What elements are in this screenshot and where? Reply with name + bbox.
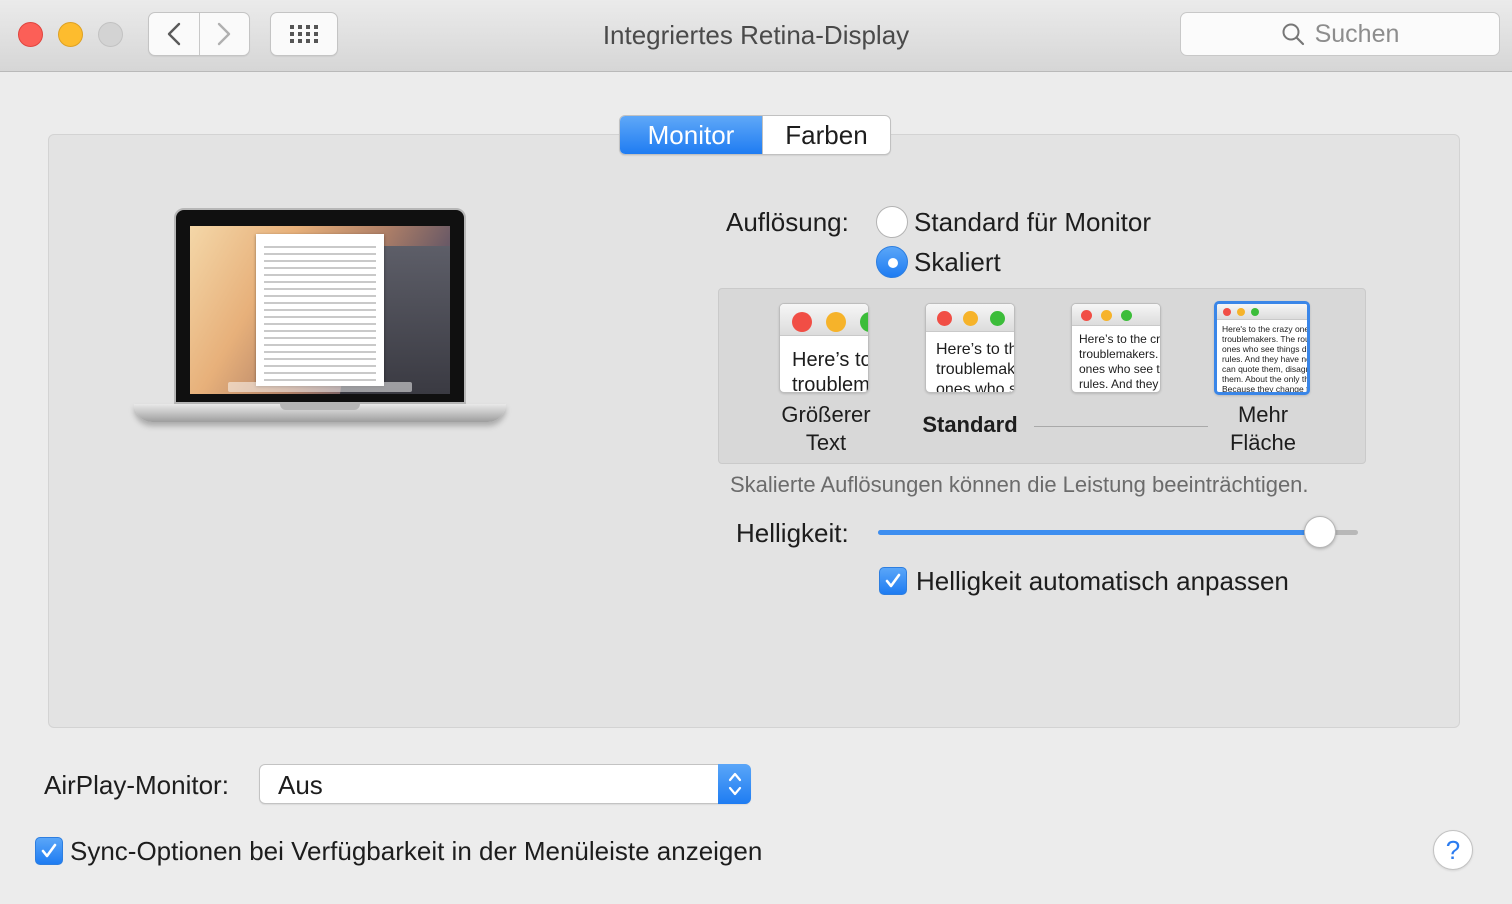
airplay-popup-value: Aus xyxy=(278,770,323,800)
checkmark-icon xyxy=(885,573,901,588)
auto-brightness-checkbox[interactable] xyxy=(879,567,907,595)
search-icon xyxy=(1282,23,1304,46)
scale-option-more-space[interactable]: Here's to the crazy one troublemakers. T… xyxy=(1214,301,1310,395)
help-icon: ? xyxy=(1445,834,1461,865)
tab-monitor[interactable]: Monitor xyxy=(620,116,762,154)
laptop-illustration xyxy=(134,208,506,438)
radio-scaled-label[interactable]: Skaliert xyxy=(914,247,1001,278)
airplay-popup[interactable]: Aus xyxy=(259,764,751,804)
sync-options-label[interactable]: Sync-Optionen bei Verfügbarkeit in der M… xyxy=(70,836,762,867)
laptop-screen xyxy=(190,226,450,394)
up-down-chevron-icon xyxy=(728,772,741,796)
auto-brightness-label[interactable]: Helligkeit automatisch anpassen xyxy=(916,566,1289,597)
airplay-label: AirPlay-Monitor: xyxy=(44,770,229,800)
scale-label-larger-text: Größerer Text xyxy=(781,402,871,455)
resolution-label: Auflösung: xyxy=(726,207,849,237)
sync-options-checkbox[interactable] xyxy=(35,837,63,865)
radio-default-for-display[interactable] xyxy=(876,206,908,238)
radio-scaled[interactable] xyxy=(876,246,908,278)
scale-label-more-space: Mehr Fläche xyxy=(1229,402,1297,455)
title-bar: Integriertes Retina-Display Suchen xyxy=(0,0,1512,72)
scaled-performance-hint: Skalierte Auflösungen können die Leistun… xyxy=(730,472,1309,497)
laptop-dock xyxy=(228,382,412,392)
brightness-slider-fill xyxy=(878,530,1320,535)
tab-farben[interactable]: Farben xyxy=(762,116,890,154)
scale-option-default[interactable]: Here’s to th troublemak ones who s xyxy=(925,303,1015,393)
scale-divider-line xyxy=(1034,426,1208,427)
search-placeholder: Suchen xyxy=(1314,19,1400,48)
tab-bar: Monitor Farben xyxy=(619,115,891,155)
scale-option-3[interactable]: Here’s to the cr troublemakers. ones who… xyxy=(1071,303,1161,393)
laptop-document xyxy=(256,234,384,386)
brightness-slider[interactable] xyxy=(878,530,1358,535)
help-button[interactable]: ? xyxy=(1433,830,1473,870)
radio-default-label[interactable]: Standard für Monitor xyxy=(914,207,1151,238)
checkmark-icon xyxy=(41,843,57,858)
laptop-lid xyxy=(174,208,466,404)
search-field[interactable]: Suchen xyxy=(1180,12,1500,56)
scale-label-default: Standard xyxy=(922,412,1018,437)
brightness-slider-knob[interactable] xyxy=(1304,516,1336,548)
scale-option-larger-text[interactable]: Here’s to troublem xyxy=(779,303,869,393)
popup-arrows[interactable] xyxy=(718,764,751,804)
brightness-label: Helligkeit: xyxy=(736,518,849,548)
